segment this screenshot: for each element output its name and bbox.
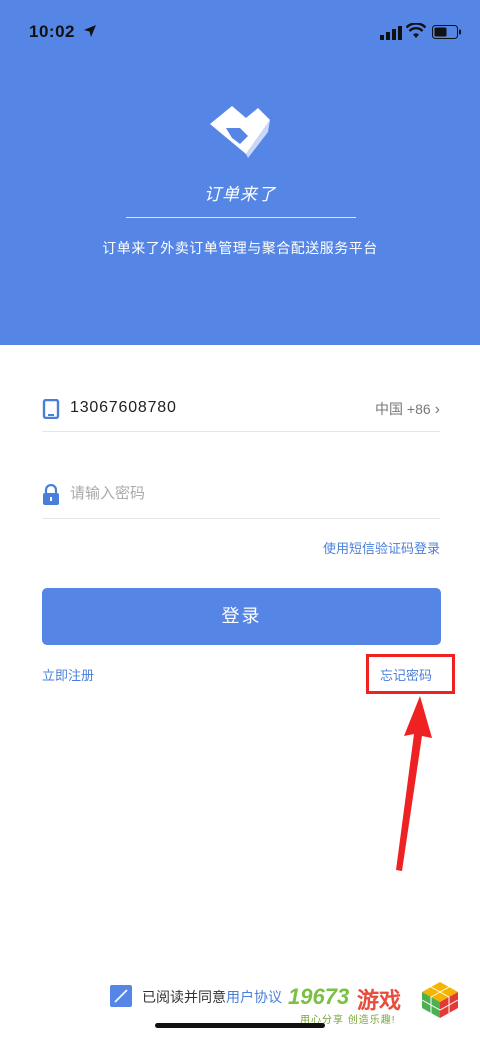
highlight-box: [366, 654, 455, 694]
chevron-right-icon: ›: [434, 401, 440, 418]
red-arrow-annotation: [396, 696, 432, 871]
battery-icon: [432, 25, 461, 39]
phone-field-row: 中国 +86›: [42, 393, 440, 432]
header-banner: 10:02 订单来了 订单来了外卖订单管理与聚合配送服务平台: [0, 0, 480, 345]
region-label: 中国 +86: [375, 401, 431, 417]
region-selector[interactable]: 中国 +86 ›: [375, 399, 440, 419]
phone-icon: [42, 399, 60, 419]
location-arrow-icon: [84, 25, 96, 37]
password-input[interactable]: [70, 485, 410, 502]
login-button[interactable]: 登录: [42, 588, 441, 645]
checkmark-icon: [114, 989, 128, 1003]
user-agreement-link[interactable]: 用户协议: [226, 989, 282, 1005]
sms-code-login-link[interactable]: 使用短信验证码登录: [323, 538, 440, 557]
wifi-icon: [406, 23, 426, 38]
home-indicator: [155, 1023, 325, 1028]
agreement-prefix: 已阅读并同意: [142, 989, 226, 1005]
register-link[interactable]: 立即注册: [42, 665, 94, 684]
header-divider: [126, 217, 356, 218]
lock-icon: [43, 484, 59, 505]
phone-input[interactable]: [70, 399, 270, 417]
status-bar: 10:02: [0, 0, 480, 64]
app-slogan: 订单来了外卖订单管理与聚合配送服务平台: [102, 240, 378, 256]
password-field-row: [42, 478, 440, 519]
watermark-cube-icon: [421, 982, 459, 1018]
agreement-checkbox[interactable]: [110, 985, 132, 1007]
agreement-text: 已阅读并同意用户协议: [142, 987, 282, 1007]
watermark-number: 19673: [288, 984, 350, 1009]
status-time: 10:02: [29, 22, 75, 41]
app-name: 订单来了: [204, 185, 276, 204]
cellular-signal-icon: [380, 26, 402, 40]
app-logo-icon: [210, 106, 270, 158]
